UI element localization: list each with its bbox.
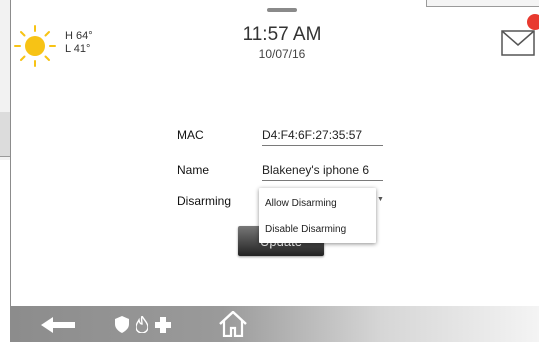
back-arrow-icon[interactable] (41, 317, 75, 333)
sun-icon (14, 25, 56, 67)
mac-label: MAC (177, 128, 204, 142)
disarming-label: Disarming (177, 194, 232, 208)
option-disable-disarming[interactable]: Disable Disarming (265, 224, 346, 235)
temperature-high: H 64° (65, 30, 93, 42)
mac-value: D4:F4:6F:27:35:57 (262, 128, 383, 146)
name-label: Name (177, 163, 210, 177)
bottom-nav-bar (11, 306, 539, 342)
envelope-icon[interactable] (501, 30, 535, 56)
fire-icon[interactable] (136, 316, 148, 333)
notification-badge (527, 14, 539, 30)
weather-widget[interactable]: H 64° L 41° (11, 20, 101, 70)
clock-date: 10/07/16 (258, 47, 306, 61)
security-shield-icon[interactable] (115, 316, 129, 333)
device-settings-panel: H 64° L 41° 11:57 AM 10/07/16 MAC D4:F4:… (10, 0, 539, 342)
temperature-low: L 41° (65, 43, 91, 55)
clock-time: 11:57 AM (242, 24, 322, 45)
background-window-edge-top (426, 0, 539, 7)
chevron-down-icon[interactable]: ▼ (377, 196, 384, 203)
home-icon[interactable] (219, 311, 247, 337)
name-field[interactable]: Blakeney's iphone 6 (262, 163, 383, 181)
screen: H 64° L 41° 11:57 AM 10/07/16 MAC D4:F4:… (0, 0, 539, 342)
option-allow-disarming[interactable]: Allow Disarming (265, 198, 337, 209)
medical-cross-icon[interactable] (155, 317, 171, 333)
disarming-dropdown-menu: Allow Disarming Disable Disarming (259, 188, 376, 243)
background-window-tab (0, 112, 10, 157)
pull-down-handle[interactable] (267, 8, 297, 12)
